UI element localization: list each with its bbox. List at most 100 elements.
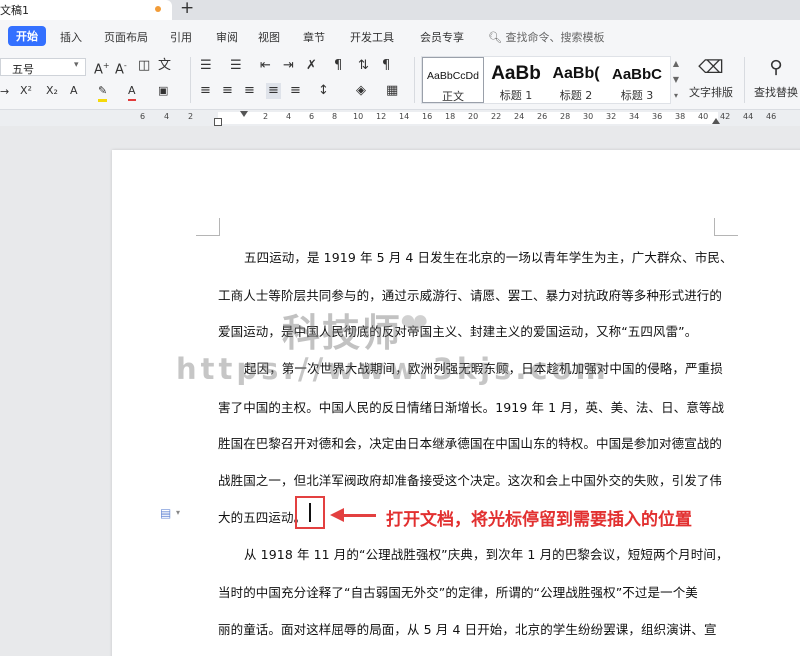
document-canvas[interactable]: [0, 126, 800, 656]
clear-format-icon[interactable]: ◫: [138, 58, 150, 74]
char-border-icon[interactable]: ▣: [158, 83, 168, 99]
first-line-indent-marker[interactable]: [240, 111, 248, 117]
ribbon-separator: [190, 57, 191, 103]
watermark-text: 科技师: [282, 311, 403, 355]
ruler-number: 44: [743, 112, 754, 121]
shading-icon[interactable]: ◈: [356, 83, 366, 99]
horizontal-ruler[interactable]: 6 4 2 2 4 6 8 10 12 14 16 18 20 22 24 26…: [0, 110, 800, 126]
sort-icon[interactable]: ⇅: [358, 58, 369, 74]
style-heading-3[interactable]: AaBbC 标题 3: [606, 57, 668, 103]
chevron-up-icon[interactable]: ▲: [672, 56, 680, 72]
document-tab-title: 文稿1: [0, 4, 29, 17]
ribbon: 五号 ▾ A+ A- ◫ 文 → X² X₂ A ✎ A ▣ ☰ ☰ ⇤ ⇥ ✗…: [0, 52, 800, 110]
ruler-number: 8: [332, 112, 338, 121]
ruler-number: 24: [514, 112, 525, 121]
ruler-number: 22: [491, 112, 502, 121]
bullet-list-icon[interactable]: ☰: [200, 58, 212, 74]
text-line[interactable]: 大的五四运动。: [218, 507, 306, 526]
text-layout-button[interactable]: ⌫ 文字排版: [683, 58, 739, 100]
chevron-down-icon[interactable]: ▾: [74, 60, 79, 70]
ruler-number: 26: [537, 112, 548, 121]
menu-developer[interactable]: 开发工具: [350, 29, 394, 45]
text-layout-label: 文字排版: [689, 86, 733, 99]
menu-member[interactable]: 会员专享: [420, 29, 464, 45]
text-line[interactable]: 当时的中国充分诠释了“自古弱国无外交”的定律，所谓的“公理战胜强权”不过是一个美: [218, 582, 698, 601]
ruler-number: 34: [629, 112, 640, 121]
menu-bar: 开始 插入 页面布局 引用 审阅 视图 章节 开发工具 会员专享 🔍︎ 查找命令…: [0, 20, 800, 52]
annotation-text: 打开文档，将光标停留到需要插入的位置: [386, 510, 692, 530]
ruler-number: 40: [698, 112, 709, 121]
phonetic-guide-icon[interactable]: 文: [158, 58, 171, 74]
show-marks-icon[interactable]: ¶: [334, 58, 342, 74]
expand-icon[interactable]: ▾: [672, 88, 680, 104]
grow-font-icon[interactable]: A+: [94, 58, 110, 78]
text-cursor: [309, 503, 311, 522]
subscript-icon[interactable]: X₂: [46, 83, 58, 99]
menu-review[interactable]: 审阅: [216, 29, 238, 45]
text-layout-icon: ⌫: [698, 57, 724, 78]
margin-corner-left: [196, 218, 220, 236]
align-right-icon[interactable]: ≡: [244, 83, 255, 99]
justify-icon[interactable]: ≡: [266, 83, 281, 99]
style-normal[interactable]: AaBbCcDd 正文: [422, 57, 484, 103]
align-center-icon[interactable]: ≡: [222, 83, 233, 99]
increase-indent-icon[interactable]: ⇥: [283, 58, 294, 74]
text-effects-icon[interactable]: A: [70, 83, 78, 99]
arrow-shaft: [340, 514, 376, 517]
watermark-url: https://www.3kjs.com: [176, 352, 610, 386]
superscript-icon[interactable]: X²: [20, 83, 32, 99]
highlight-icon[interactable]: ✎: [98, 83, 108, 102]
command-search[interactable]: 🔍︎ 查找命令、搜索模板: [488, 29, 604, 45]
styles-scroll[interactable]: ▲ ▼ ▾: [672, 56, 680, 104]
menu-insert[interactable]: 插入: [60, 29, 82, 45]
ruler-number: 16: [422, 112, 433, 121]
paragraph-handle-icon[interactable]: ▤: [160, 506, 171, 520]
heart-icon: ❤: [400, 306, 429, 346]
new-tab-button[interactable]: +: [180, 0, 194, 18]
distributed-align-icon[interactable]: ≡: [290, 83, 301, 99]
document-tab[interactable]: 文稿1: [0, 0, 172, 20]
ruler-number: 14: [399, 112, 410, 121]
ruler-number: 42: [720, 112, 731, 121]
strikethrough-icon[interactable]: →: [0, 84, 9, 100]
text-line[interactable]: 胜国在巴黎召开对德和会，决定由日本继承德国在中国山东的特权。中国是参加对德宣战的: [218, 433, 722, 452]
menu-page-layout[interactable]: 页面布局: [104, 29, 148, 45]
tab-bar: 文稿1 +: [0, 0, 800, 20]
text-line[interactable]: 害了中国的主权。中国人民的反日情绪日渐增长。1919 年 1 月，英、美、法、日…: [218, 397, 724, 416]
ruler-number: 6: [140, 112, 146, 121]
right-indent-marker[interactable]: [712, 118, 720, 124]
text-line[interactable]: 从 1918 年 11 月的“公理战胜强权”庆典，到次年 1 月的巴黎会议，短短…: [244, 544, 729, 563]
shrink-font-icon[interactable]: A-: [115, 58, 127, 78]
font-color-icon[interactable]: A: [128, 83, 136, 101]
ruler-number: 4: [164, 112, 170, 121]
ruler-number: 30: [583, 112, 594, 121]
text-line[interactable]: 丽的童话。面对这样屈辱的局面，从 5 月 4 日开始，北京的学生纷纷罢课，组织演…: [218, 619, 717, 638]
line-spacing-icon[interactable]: ↕: [318, 83, 329, 99]
ruler-number: 2: [188, 112, 194, 121]
ruler-number: 46: [766, 112, 777, 121]
chinese-layout-icon[interactable]: ✗: [306, 58, 317, 74]
paragraph-mark-icon[interactable]: ¶: [382, 58, 390, 74]
ribbon-separator: [414, 57, 415, 103]
menu-home[interactable]: 开始: [8, 26, 46, 46]
ruler-number: 2: [263, 112, 269, 121]
left-indent-marker[interactable]: [214, 118, 222, 126]
style-heading-1[interactable]: AaBb 标题 1: [486, 57, 546, 103]
menu-references[interactable]: 引用: [170, 29, 192, 45]
menu-view[interactable]: 视图: [258, 29, 280, 45]
chevron-down-icon[interactable]: ▾: [176, 508, 180, 517]
text-line[interactable]: 战胜国之一，但北洋军阀政府却准备接受这个决定。这次和会上中国外交的失败，引发了伟: [218, 470, 722, 489]
ribbon-separator: [744, 57, 745, 103]
styles-gallery: AaBbCcDd 正文 AaBb 标题 1 AaBb( 标题 2 AaBbC 标…: [421, 56, 671, 104]
search-icon: ⚲: [769, 57, 783, 78]
numbered-list-icon[interactable]: ☰: [230, 58, 242, 74]
style-heading-2[interactable]: AaBb( 标题 2: [546, 57, 606, 103]
text-line[interactable]: 五四运动，是 1919 年 5 月 4 日发生在北京的一场以青年学生为主，广大群…: [244, 247, 733, 266]
decrease-indent-icon[interactable]: ⇤: [260, 58, 271, 74]
chevron-down-icon[interactable]: ▼: [672, 72, 680, 88]
search-icon: 🔍︎: [488, 31, 502, 44]
align-left-icon[interactable]: ≡: [200, 83, 211, 99]
menu-chapter[interactable]: 章节: [303, 29, 325, 45]
borders-icon[interactable]: ▦: [386, 83, 398, 99]
find-replace-button[interactable]: ⚲ 查找替换: [752, 58, 800, 100]
